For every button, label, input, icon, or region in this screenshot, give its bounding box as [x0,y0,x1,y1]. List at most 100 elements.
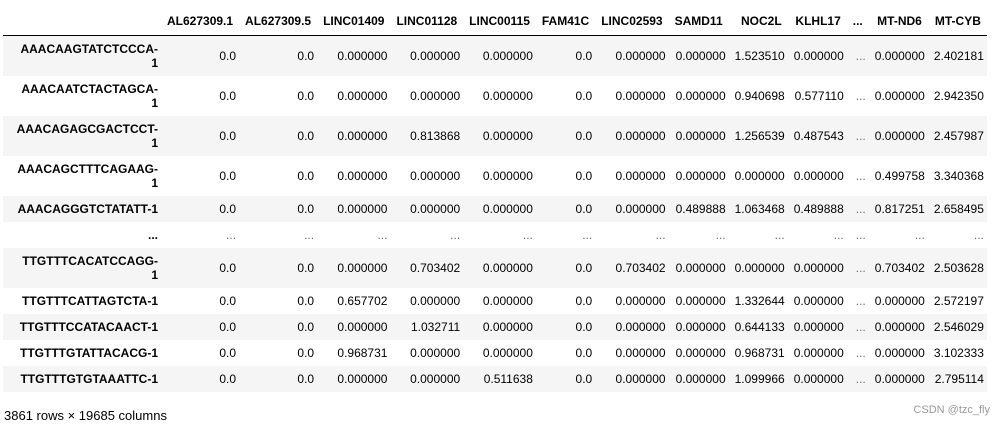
cell-ellipsis: ... [855,128,866,143]
row-index-label: TTGTTTCATTAGTCTA-1 [3,288,161,314]
cell-ellipsis: ... [973,227,984,242]
table-cell: 0.000000 [337,371,388,386]
table-cell: 0.000000 [482,293,533,308]
table-row: AAACAGAGCGACTCCT- 1 0.0 0.0 0.000000 0.813868… [3,115,987,156]
table-cell: 0.0 [575,345,593,360]
table-cell: 1.032711 [411,319,461,334]
table-cell: 0.0 [575,48,593,63]
table-cell: 0.000000 [337,201,388,216]
table-cell: 0.000000 [615,371,666,386]
table-cell: 0.703402 [874,260,925,275]
table-cell: 1.332644 [734,293,785,308]
cell-ellipsis: ... [582,227,593,242]
table-row: AAACAGGGTCTATATT-1 0.0 0.0 0.000000 0.000000… [3,195,987,222]
cell-ellipsis: ... [855,168,866,183]
table-cell: 0.968731 [337,345,388,360]
table-cell: 0.0 [297,48,315,63]
table-header: AL627309.1 AL627309.5 LINC01409 LINC01128 LI… [3,6,987,36]
table-cell: 2.503628 [933,260,984,275]
cell-ellipsis: ... [774,227,785,242]
table-cell: 0.0 [297,128,315,143]
table-cell: 0.000000 [874,48,925,63]
table-cell: 0.000000 [337,48,388,63]
cell-ellipsis: ... [522,227,533,242]
table-cell: 0.817251 [874,201,925,216]
notebook-output: AL627309.1 AL627309.5 LINC01409 LINC01128 LI… [0,0,1004,427]
cell-ellipsis: ... [855,260,866,275]
table-cell: 0.0 [575,371,593,386]
cell-ellipsis: ... [226,227,237,242]
cell-ellipsis: ... [715,227,726,242]
table-cell: 0.000000 [675,293,726,308]
table-cell: 0.000000 [874,293,925,308]
table-cell: 0.0 [575,168,593,183]
table-cell: 0.000000 [675,371,726,386]
row-index-line: TTGTTTCCATACAACT-1 [19,319,158,334]
table-cell: 0.0 [219,319,237,334]
table-cell: 0.000000 [874,319,925,334]
table-cell: 0.000000 [482,319,533,334]
table-cell: 0.0 [575,260,593,275]
table-cell: 0.000000 [410,345,461,360]
row-index-label: AAACAGGGTCTATATT-1 [3,196,161,222]
column-header: LINC01409 [317,6,391,36]
table-cell: 0.0 [219,88,237,103]
cell-ellipsis: ... [855,319,866,334]
table-cell: 0.000000 [482,128,533,143]
table-row: TTGTTTGTATTACACG-1 0.0 0.0 0.968731 0.000000… [3,339,987,366]
row-index-line: AAACAAGTATCTCCCA- [20,41,158,56]
table-cell: 2.942350 [933,88,984,103]
table-cell: 1.256539 [734,128,785,143]
table-cell: 0.000000 [675,128,726,143]
table-cell: 0.0 [219,128,237,143]
table-cell: 0.000000 [482,260,533,275]
table-cell: 0.0 [219,293,237,308]
column-header: LINC00115 [463,6,536,36]
table-cell: 0.000000 [874,128,925,143]
row-index-label: AAACAGAGCGACTCCT- 1 [3,116,161,156]
table-cell: 0.000000 [615,201,666,216]
column-header-ellipsis: ... [846,6,869,36]
watermark: CSDN @tzc_fly [913,404,990,416]
row-index-label: TTGTTTCCATACAACT-1 [3,314,161,340]
column-header: AL627309.1 [161,6,240,36]
table-cell: 0.0 [219,345,237,360]
table-cell: 0.000000 [734,168,785,183]
table-row: TTGTTTGTGTAAATTC-1 0.0 0.0 0.000000 0.000000… [3,365,987,392]
table-cell: 0.487543 [793,128,844,143]
table-cell: 0.0 [219,48,237,63]
table-cell: 0.000000 [337,88,388,103]
column-header: FAM41C [535,6,596,36]
table-cell: 0.000000 [482,88,533,103]
table-cell: 0.000000 [793,371,844,386]
table-cell: 2.546029 [933,319,984,334]
table-row: AAACAGCTTTCAGAAG- 1 0.0 0.0 0.000000 0.000000… [3,155,987,196]
table-cell: 0.000000 [410,201,461,216]
table-cell: 1.523510 [734,48,785,63]
table-cell: 0.0 [297,260,315,275]
table-cell: 0.0 [219,371,237,386]
table-cell: 3.102333 [933,345,984,360]
table-cell: 0.000000 [410,293,461,308]
table-cell: 0.000000 [615,48,666,63]
table-cell: 0.000000 [615,168,666,183]
table-body: AAACAAGTATCTCCCA- 1 0.0 0.0 0.000000 0.000000… [3,35,987,392]
table-cell: 2.572197 [933,293,984,308]
table-cell: 0.000000 [675,168,726,183]
table-cell: 0.0 [575,88,593,103]
cell-ellipsis: ... [855,371,866,386]
table-cell: 0.0 [219,260,237,275]
table-cell: 0.000000 [337,319,388,334]
table-cell: 2.658495 [933,201,984,216]
table-cell: 0.000000 [675,88,726,103]
table-cell: 0.000000 [410,371,461,386]
table-cell: 0.000000 [482,48,533,63]
table-cell: 0.511638 [483,371,533,386]
row-index-label: TTGTTTCACATCCAGG- 1 [3,248,161,288]
table-row: AAACAAGTATCTCCCA- 1 0.0 0.0 0.000000 0.000000… [3,35,987,76]
table-cell: 0.0 [297,293,315,308]
row-index-line: TTGTTTGTGTAAATTC-1 [20,371,158,386]
cell-ellipsis: ... [855,48,866,63]
table-cell: 0.499758 [874,168,925,183]
table-cell: 0.000000 [675,48,726,63]
